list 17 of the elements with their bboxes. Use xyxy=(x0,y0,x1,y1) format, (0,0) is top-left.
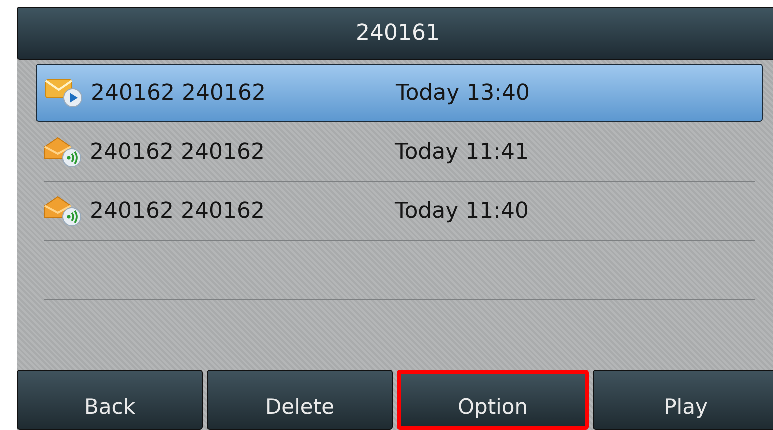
softkey-button[interactable]: Back xyxy=(17,370,203,430)
softkey-button[interactable]: Option xyxy=(397,370,589,430)
message-time: Today 13:40 xyxy=(396,80,530,106)
message-time: Today 11:40 xyxy=(395,198,530,224)
message-row[interactable]: 240162 240162 Today 11:40 xyxy=(44,182,755,241)
envelope-voice-icon xyxy=(44,196,84,226)
message-row[interactable]: 240162 240162 Today 11:41 xyxy=(44,123,755,182)
caller-name: 240162 240162 xyxy=(91,80,267,106)
caller-name: 240162 240162 xyxy=(90,198,266,224)
softkey-button[interactable]: Delete xyxy=(207,370,393,430)
envelope-play-icon xyxy=(45,78,85,108)
caller-name: 240162 240162 xyxy=(90,140,266,164)
message-row[interactable]: 240162 240162 Today 13:40 xyxy=(36,64,763,122)
message-time: Today 11:41 xyxy=(395,140,530,164)
envelope-voice-icon xyxy=(44,137,84,167)
screen-title: 240161 xyxy=(356,21,440,46)
softkey-button[interactable]: Play xyxy=(593,370,773,430)
